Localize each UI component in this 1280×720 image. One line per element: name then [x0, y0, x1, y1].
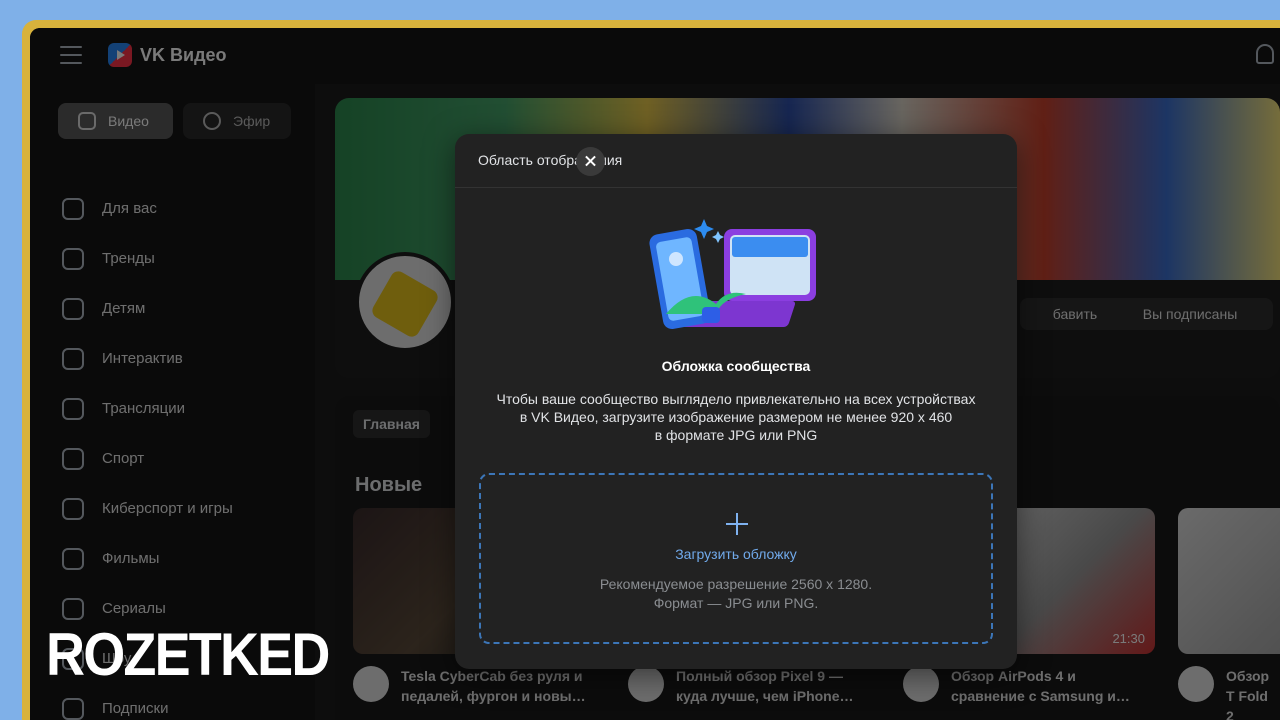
display-area-modal: Область отображения Обложка сообщества Ч…: [455, 134, 1017, 669]
modal-description: Чтобы ваше сообщество выглядело привлека…: [475, 390, 997, 444]
desc-line: Чтобы ваше сообщество выглядело привлека…: [496, 391, 976, 407]
close-icon[interactable]: [576, 147, 605, 176]
rec-line: Рекомендуемое разрешение 2560 x 1280.: [599, 576, 873, 592]
upload-dropzone[interactable]: Загрузить обложку Рекомендуемое разрешен…: [479, 473, 993, 644]
modal-overlay: Область отображения Обложка сообщества Ч…: [0, 0, 1280, 720]
desc-line: в VK Видео, загрузите изображение размер…: [519, 409, 953, 425]
plus-icon[interactable]: [726, 513, 748, 535]
modal-header: Область отображения: [455, 134, 1017, 188]
devices-illustration-icon: [649, 219, 816, 330]
rozetked-watermark: ROZETKED: [46, 621, 330, 688]
rec-line: Формат — JPG или PNG.: [653, 595, 819, 611]
upload-recommendations: Рекомендуемое разрешение 2560 x 1280. Фо…: [481, 575, 991, 613]
modal-heading: Обложка сообщества: [661, 358, 811, 374]
desc-line: в формате JPG или PNG: [654, 427, 818, 443]
upload-cover-link[interactable]: Загрузить обложку: [481, 546, 991, 562]
